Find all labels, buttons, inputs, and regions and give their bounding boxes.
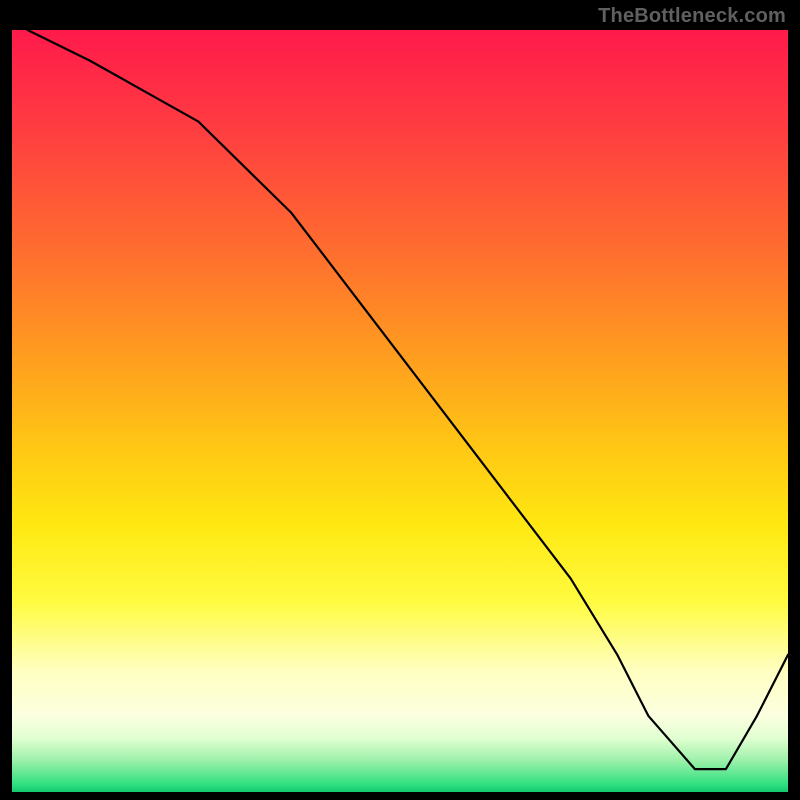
chart-attribution: TheBottleneck.com	[598, 6, 786, 26]
plot-area	[12, 30, 788, 792]
line-series-path	[28, 30, 789, 769]
chart-stage: TheBottleneck.com	[0, 0, 800, 800]
line-series	[12, 30, 788, 792]
